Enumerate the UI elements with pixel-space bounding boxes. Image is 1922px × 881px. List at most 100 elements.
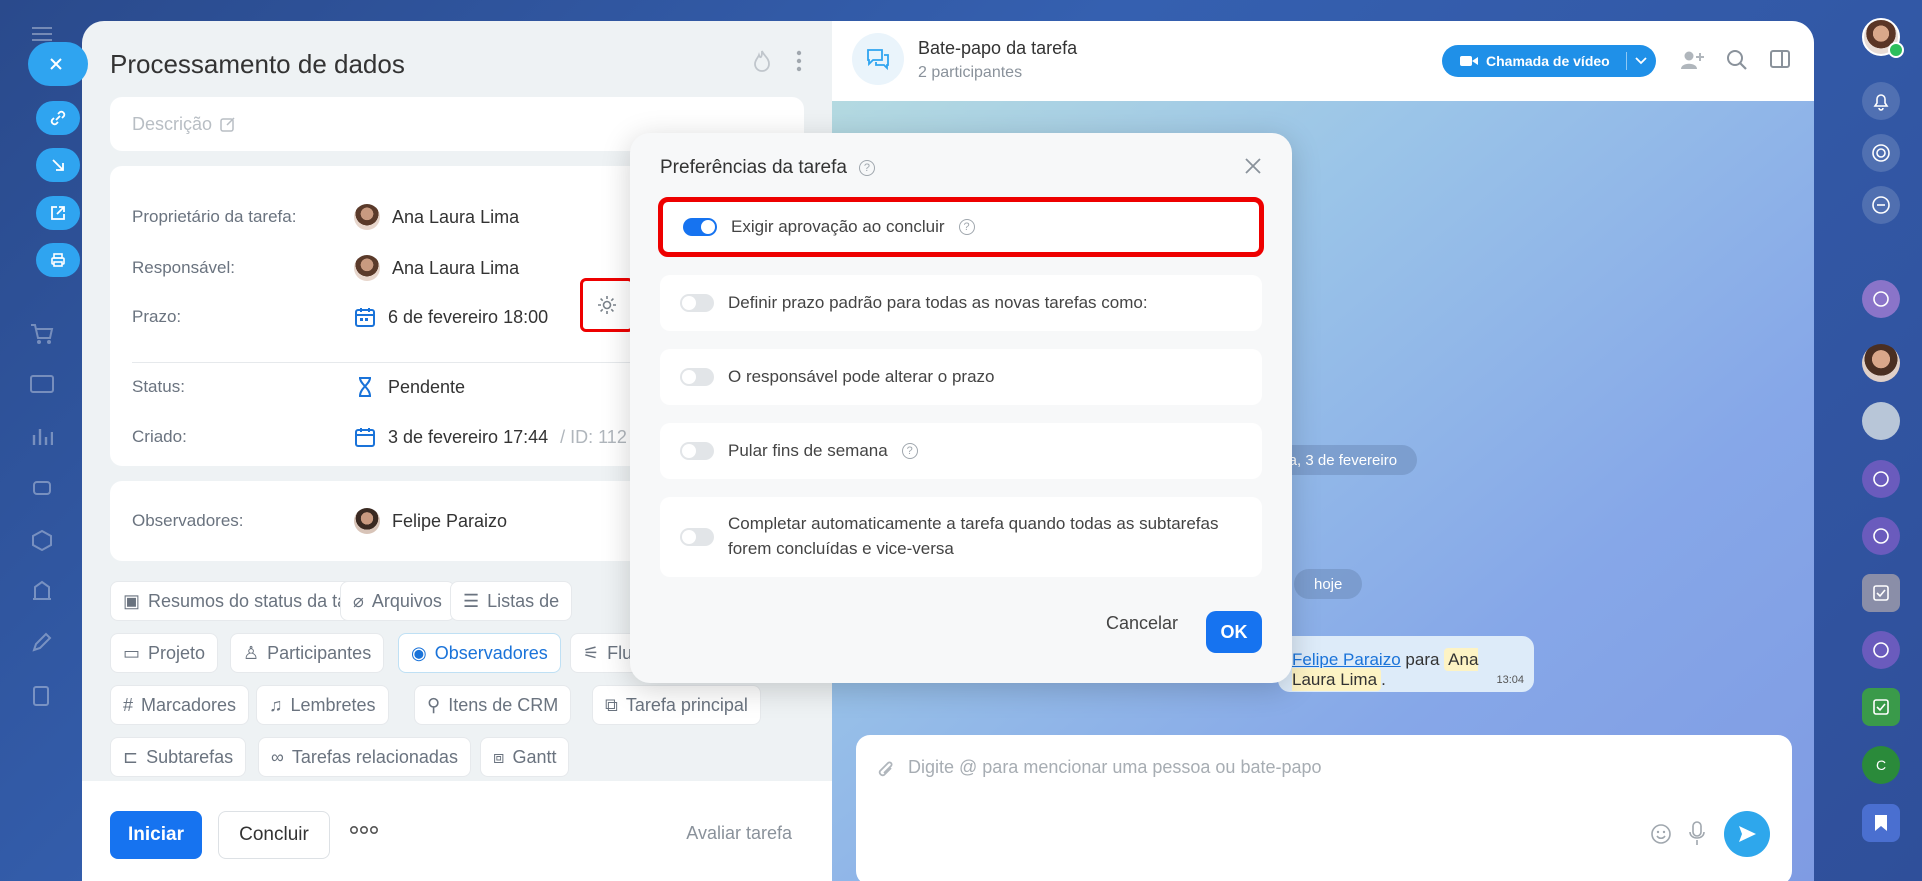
hash-icon: # [123, 694, 134, 715]
list-icon: ☰ [463, 590, 480, 611]
eye-icon: ◉ [411, 642, 427, 663]
channel-icon[interactable] [1862, 631, 1900, 669]
bell-icon: ♫ [269, 694, 283, 715]
edit-icon [220, 116, 236, 132]
building-icon[interactable] [26, 574, 58, 606]
bookmark-icon[interactable] [1862, 804, 1900, 842]
owner-value[interactable]: Ana Laura Lima [354, 204, 519, 230]
option-label: Exigir aprovação ao concluir [731, 217, 945, 236]
help-icon[interactable]: ? [901, 443, 918, 459]
help-icon[interactable]: ? [958, 219, 975, 235]
checkbox-task-icon[interactable] [1862, 574, 1900, 612]
toggle-require-approval[interactable] [683, 218, 717, 236]
start-button[interactable]: Iniciar [110, 811, 202, 859]
option-auto-complete[interactable]: Completar automaticamente a tarefa quand… [660, 497, 1262, 577]
message-composer[interactable]: Digite @ para mencionar uma pessoa ou ba… [856, 735, 1792, 881]
chart-icon[interactable] [26, 420, 58, 452]
open-channel-icon[interactable] [1862, 280, 1900, 318]
option-default-deadline[interactable]: Definir prazo padrão para todas as novas… [660, 275, 1262, 331]
chip-participants[interactable]: ♙ Participantes [230, 633, 385, 673]
channel-icon[interactable] [1862, 517, 1900, 555]
message-time: 13:04 [1496, 674, 1524, 686]
cube-icon[interactable] [26, 524, 58, 556]
created-label: Criado: [132, 427, 187, 446]
contact-avatar[interactable] [1862, 402, 1900, 440]
modal-title: Preferências da tarefa ? [660, 157, 875, 179]
chip-gantt[interactable]: ⧈ Gantt [480, 737, 570, 777]
deadline-value[interactable]: 6 de fevereiro 18:00 [354, 306, 548, 328]
chip-files[interactable]: ⌀ Arquivos [340, 581, 455, 621]
toggle-skip-weekends[interactable] [680, 442, 714, 460]
modal-title-text: Preferências da tarefa [660, 157, 847, 178]
avatar [354, 204, 380, 230]
modal-close-icon[interactable] [1244, 157, 1262, 175]
video-call-label: Chamada de vídeo [1486, 53, 1610, 69]
toggle-auto-complete[interactable] [680, 528, 714, 546]
deadline-settings-button[interactable] [580, 278, 634, 332]
observer-value[interactable]: Felipe Paraizo [354, 508, 507, 534]
close-icon [50, 58, 62, 70]
chip-observers[interactable]: ◉ Observadores [398, 633, 561, 673]
chip-project[interactable]: ▭ Projeto [110, 633, 219, 673]
person-icon: ♙ [243, 642, 260, 663]
message-sender-link[interactable]: Felipe Paraizo [1292, 650, 1401, 669]
microphone-icon[interactable] [1688, 821, 1706, 847]
option-label: Completar automaticamente a tarefa quand… [728, 514, 1219, 558]
chip-related[interactable]: ∞ Tarefas relacionadas [258, 737, 471, 777]
robot-icon[interactable] [26, 470, 58, 502]
chip-tags[interactable]: # Marcadores [110, 685, 250, 725]
send-button[interactable] [1724, 811, 1770, 857]
contact-avatar[interactable] [1862, 344, 1900, 382]
add-user-icon[interactable] [1680, 49, 1704, 71]
chip-subtasks[interactable]: ⊏ Subtarefas [110, 737, 247, 777]
status-value: Pendente [354, 376, 465, 398]
chip-lists[interactable]: ☰ Listas de [450, 581, 573, 621]
created-id: / ID: 112 [560, 426, 627, 447]
channel-icon[interactable] [1862, 460, 1900, 498]
chat-search-icon[interactable] [1862, 186, 1900, 224]
message-connector: para [1405, 650, 1440, 669]
paperclip-icon[interactable] [876, 759, 896, 781]
help-icon[interactable]: ? [858, 160, 875, 176]
card-icon[interactable] [26, 368, 58, 400]
checkbox-task-icon[interactable] [1862, 688, 1900, 726]
c-avatar[interactable]: C [1862, 746, 1900, 784]
bell-icon[interactable] [1862, 82, 1900, 120]
chip-reminders[interactable]: ♫ Lembretes [256, 685, 389, 725]
target-icon[interactable] [1862, 134, 1900, 172]
chip-parent-task[interactable]: ⧉ Tarefa principal [592, 685, 761, 725]
observers-label: Observadores: [132, 511, 244, 530]
emoji-icon[interactable] [1650, 823, 1672, 845]
ok-button[interactable]: OK [1206, 611, 1262, 653]
finish-button[interactable]: Concluir [218, 811, 330, 859]
created-text: 3 de fevereiro 17:44 [388, 426, 549, 447]
toggle-default-deadline[interactable] [680, 294, 714, 312]
paperclip-icon: ⌀ [353, 590, 364, 611]
chip-crm[interactable]: ⚲ Itens de CRM [414, 685, 572, 725]
responsible-value[interactable]: Ana Laura Lima [354, 255, 519, 281]
toggle-responsible-change-deadline[interactable] [680, 368, 714, 386]
flame-icon[interactable] [752, 49, 772, 73]
video-call-button[interactable]: Chamada de vídeo [1442, 45, 1656, 77]
flow-icon: ⚟ [583, 642, 600, 663]
option-skip-weekends[interactable]: Pular fins de semana ? [660, 423, 1262, 479]
print-button[interactable] [36, 243, 80, 277]
copy-link-button[interactable] [36, 101, 80, 135]
cancel-button[interactable]: Cancelar [1106, 613, 1178, 634]
chevron-down-icon[interactable] [1635, 57, 1647, 65]
cart-icon[interactable] [26, 318, 58, 350]
chat-participants[interactable]: 2 participantes [918, 64, 1022, 82]
search-icon[interactable] [1726, 49, 1748, 71]
open-new-window-button[interactable] [36, 196, 80, 230]
deadline-text: 6 de fevereiro 18:00 [388, 306, 549, 327]
option-require-approval[interactable]: Exigir aprovação ao concluir ? [658, 197, 1264, 257]
download-button[interactable] [36, 148, 80, 182]
more-vertical-icon[interactable] [796, 50, 802, 72]
sidebar-toggle-icon[interactable] [1770, 49, 1790, 71]
option-responsible-change-deadline[interactable]: O responsável pode alterar o prazo [660, 349, 1262, 405]
settings-doc-icon[interactable] [26, 680, 58, 712]
pen-icon[interactable] [26, 626, 58, 658]
more-horizontal-icon[interactable] [350, 825, 378, 835]
close-button[interactable] [28, 42, 88, 86]
rate-task-link[interactable]: Avaliar tarefa [686, 823, 792, 844]
